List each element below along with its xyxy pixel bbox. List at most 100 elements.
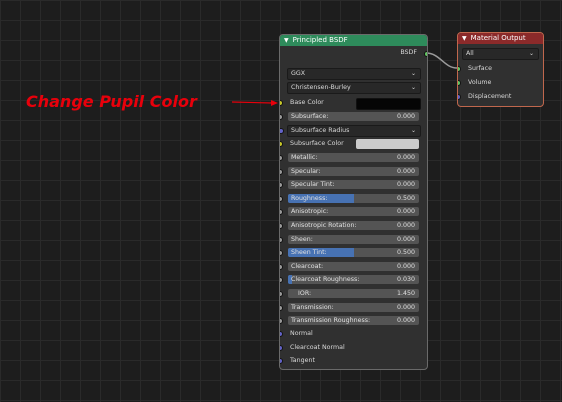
slider-socket[interactable] (280, 291, 283, 297)
vector-socket[interactable] (280, 331, 283, 337)
material-output-node[interactable]: ▼ Material Output All ⌄ Surface Volume Disp… (457, 32, 544, 107)
slider-socket[interactable] (280, 250, 283, 257)
material-output-header[interactable]: ▼ Material Output (458, 33, 543, 44)
slider-row[interactable]: Anisotropic: 0.000 (280, 207, 427, 217)
slider-row[interactable]: IOR: 1.450 (280, 289, 427, 299)
base-color-socket[interactable] (280, 100, 283, 106)
chevron-down-icon: ⌄ (528, 50, 534, 57)
output-input-socket[interactable] (458, 66, 461, 72)
base-color-row[interactable]: Base Color (280, 98, 427, 110)
output-input-socket[interactable] (458, 80, 461, 86)
slider-label: Sheen: (291, 235, 313, 243)
bsdf-output-label: BSDF (400, 49, 417, 56)
subsurface-row[interactable]: Subsurface: 0.000 (280, 112, 427, 122)
output-input-row[interactable]: Displacement (458, 92, 543, 102)
slider-label: Clearcoat Roughness: (291, 276, 360, 284)
subsurface-value: 0.000 (396, 113, 415, 120)
principled-bsdf-node[interactable]: ▼ Principled BSDF BSDF GGX ⌄ Christensen-… (279, 34, 428, 370)
slider-socket[interactable] (280, 155, 283, 161)
target-dropdown[interactable]: All ⌄ (462, 48, 539, 60)
slider-row[interactable]: Sheen Tint: 0.500 (280, 248, 427, 258)
vector-input-label: Normal (290, 330, 313, 337)
output-input-row[interactable]: Volume (458, 78, 543, 88)
bsdf-surface-link (425, 52, 458, 69)
collapse-arrow-icon[interactable]: ▼ (284, 37, 289, 44)
annotation-arrowhead (271, 100, 278, 106)
slider-label: Anisotropic: (291, 208, 329, 216)
output-input-label: Volume (468, 79, 492, 86)
slider-label: IOR: (298, 290, 312, 297)
slider-row[interactable]: Roughness: 0.500 (280, 193, 427, 204)
slider-socket[interactable] (280, 182, 283, 189)
value-slider[interactable]: Clearcoat: 0.000 (288, 261, 419, 271)
subsurface-radius-field[interactable]: Subsurface Radius ⌄ (280, 125, 421, 137)
slider-socket[interactable] (280, 304, 283, 311)
subsurface-radius-label: Subsurface Radius (291, 127, 350, 134)
value-slider[interactable]: Specular Tint: 0.000 (288, 180, 419, 190)
principled-bsdf-header[interactable]: ▼ Principled BSDF (280, 35, 427, 46)
subsurface-method-dropdown[interactable]: Christensen-Burley ⌄ (287, 82, 421, 94)
value-slider[interactable]: Anisotropic: 0.000 (288, 207, 419, 217)
value-slider[interactable]: IOR: 1.450 (288, 289, 419, 298)
slider-socket[interactable] (280, 263, 283, 270)
vector-input-row[interactable]: Normal (280, 329, 427, 339)
slider-value: 0.500 (396, 249, 415, 257)
annotation-text: Change Pupil Color (26, 92, 197, 111)
value-slider[interactable]: Metallic: 0.000 (288, 153, 419, 162)
slider-socket[interactable] (280, 168, 283, 175)
target-value: All (466, 50, 474, 57)
slider-row[interactable]: Metallic: 0.000 (280, 153, 427, 163)
chevron-down-icon: ⌄ (410, 84, 416, 91)
material-output-title: Material Output (470, 34, 526, 42)
slider-socket[interactable] (280, 195, 283, 202)
slider-row[interactable]: Anisotropic Rotation: 0.000 (280, 221, 427, 231)
vector-socket[interactable] (280, 344, 283, 351)
subsurface-socket[interactable] (280, 114, 283, 120)
slider-label: Roughness: (291, 194, 328, 202)
value-slider[interactable]: Sheen Tint: 0.500 (288, 248, 419, 258)
slider-row[interactable]: Clearcoat Roughness: 0.030 (280, 275, 427, 285)
slider-value: 0.000 (396, 262, 415, 270)
value-slider[interactable]: Transmission: 0.000 (288, 302, 419, 312)
output-input-row[interactable]: Surface (458, 64, 543, 74)
value-slider[interactable]: Clearcoat Roughness: 0.030 (288, 275, 419, 285)
collapse-arrow-icon[interactable]: ▼ (462, 35, 467, 42)
base-color-swatch[interactable] (356, 98, 421, 110)
value-slider[interactable]: Specular: 0.000 (288, 166, 419, 176)
slider-row[interactable]: Sheen: 0.000 (280, 234, 427, 245)
slider-value: 0.500 (396, 194, 415, 202)
subsurface-method-value: Christensen-Burley (291, 84, 351, 91)
output-input-socket[interactable] (458, 94, 461, 100)
value-slider[interactable]: Transmission Roughness: 0.000 (288, 316, 419, 326)
annotation-arrow (231, 101, 273, 104)
slider-label: Specular Tint: (291, 181, 335, 189)
slider-socket[interactable] (280, 223, 283, 229)
vector-socket[interactable] (280, 358, 283, 365)
subsurface-color-swatch[interactable] (356, 139, 419, 149)
slider-socket[interactable] (280, 277, 283, 284)
slider-row[interactable]: Clearcoat: 0.000 (280, 261, 427, 272)
slider-label: Specular: (291, 167, 321, 175)
slider-label: Sheen Tint: (291, 249, 327, 257)
slider-socket[interactable] (280, 318, 283, 325)
value-slider[interactable]: Anisotropic Rotation: 0.000 (288, 221, 419, 230)
slider-label: Anisotropic Rotation: (291, 222, 357, 229)
value-slider[interactable]: Roughness: 0.500 (288, 193, 419, 203)
vector-input-row[interactable]: Tangent (280, 356, 427, 366)
distribution-dropdown[interactable]: GGX ⌄ (287, 68, 421, 80)
slider-socket[interactable] (280, 209, 283, 216)
vector-input-row[interactable]: Clearcoat Normal (280, 343, 427, 353)
slider-label: Transmission Roughness: (291, 317, 371, 325)
bsdf-output-socket[interactable] (424, 51, 427, 57)
subsurface-color-row[interactable]: Subsurface Color (280, 139, 427, 149)
subsurface-radius-socket[interactable] (280, 128, 284, 134)
output-input-label: Displacement (468, 93, 512, 100)
slider-row[interactable]: Specular Tint: 0.000 (280, 180, 427, 190)
slider-socket[interactable] (280, 236, 283, 243)
subsurface-color-socket[interactable] (280, 141, 283, 147)
subsurface-slider[interactable]: Subsurface: 0.000 (288, 112, 419, 121)
value-slider[interactable]: Sheen: 0.000 (288, 234, 419, 244)
slider-row[interactable]: Transmission: 0.000 (280, 302, 427, 313)
slider-row[interactable]: Specular: 0.000 (280, 166, 427, 177)
slider-row[interactable]: Transmission Roughness: 0.000 (280, 316, 427, 326)
